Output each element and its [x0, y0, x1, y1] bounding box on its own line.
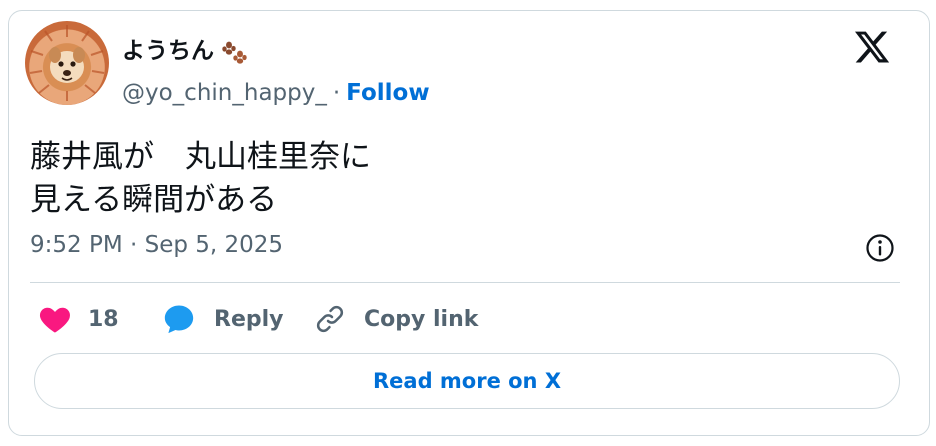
author-display-name[interactable]: ようちん	[122, 36, 250, 66]
author-handle[interactable]: @yo_chin_happy_	[122, 79, 327, 107]
copy-link-button[interactable]: Copy link	[314, 300, 478, 338]
read-more-button[interactable]: Read more on X	[34, 353, 900, 409]
x-logo-icon[interactable]	[853, 28, 891, 66]
like-button[interactable]: 18	[38, 300, 119, 338]
divider	[30, 282, 900, 283]
read-more-label: Read more on X	[372, 369, 562, 393]
like-count: 18	[88, 306, 119, 332]
author-handle-row: @yo_chin_happy_ · Follow	[122, 79, 430, 107]
reply-button[interactable]: Reply	[162, 300, 284, 338]
link-icon	[316, 305, 344, 333]
separator-dot: ·	[332, 80, 341, 106]
tweet-text: 藤井風が 丸山桂里奈に 見える瞬間がある	[30, 139, 371, 218]
tweet-timestamp[interactable]: 9:52 PM · Sep 5, 2025	[30, 231, 283, 259]
info-icon[interactable]	[864, 232, 896, 264]
reply-label: Reply	[214, 306, 284, 332]
paw-prints-icon	[220, 36, 250, 66]
action-bar: 18 Reply Copy link	[38, 300, 898, 338]
avatar[interactable]	[25, 21, 109, 105]
copy-link-label: Copy link	[364, 306, 479, 332]
display-name-text: ようちん	[122, 38, 214, 64]
heart-icon	[40, 307, 70, 333]
reply-bubble-icon	[164, 305, 194, 334]
follow-link[interactable]: Follow	[346, 79, 429, 107]
